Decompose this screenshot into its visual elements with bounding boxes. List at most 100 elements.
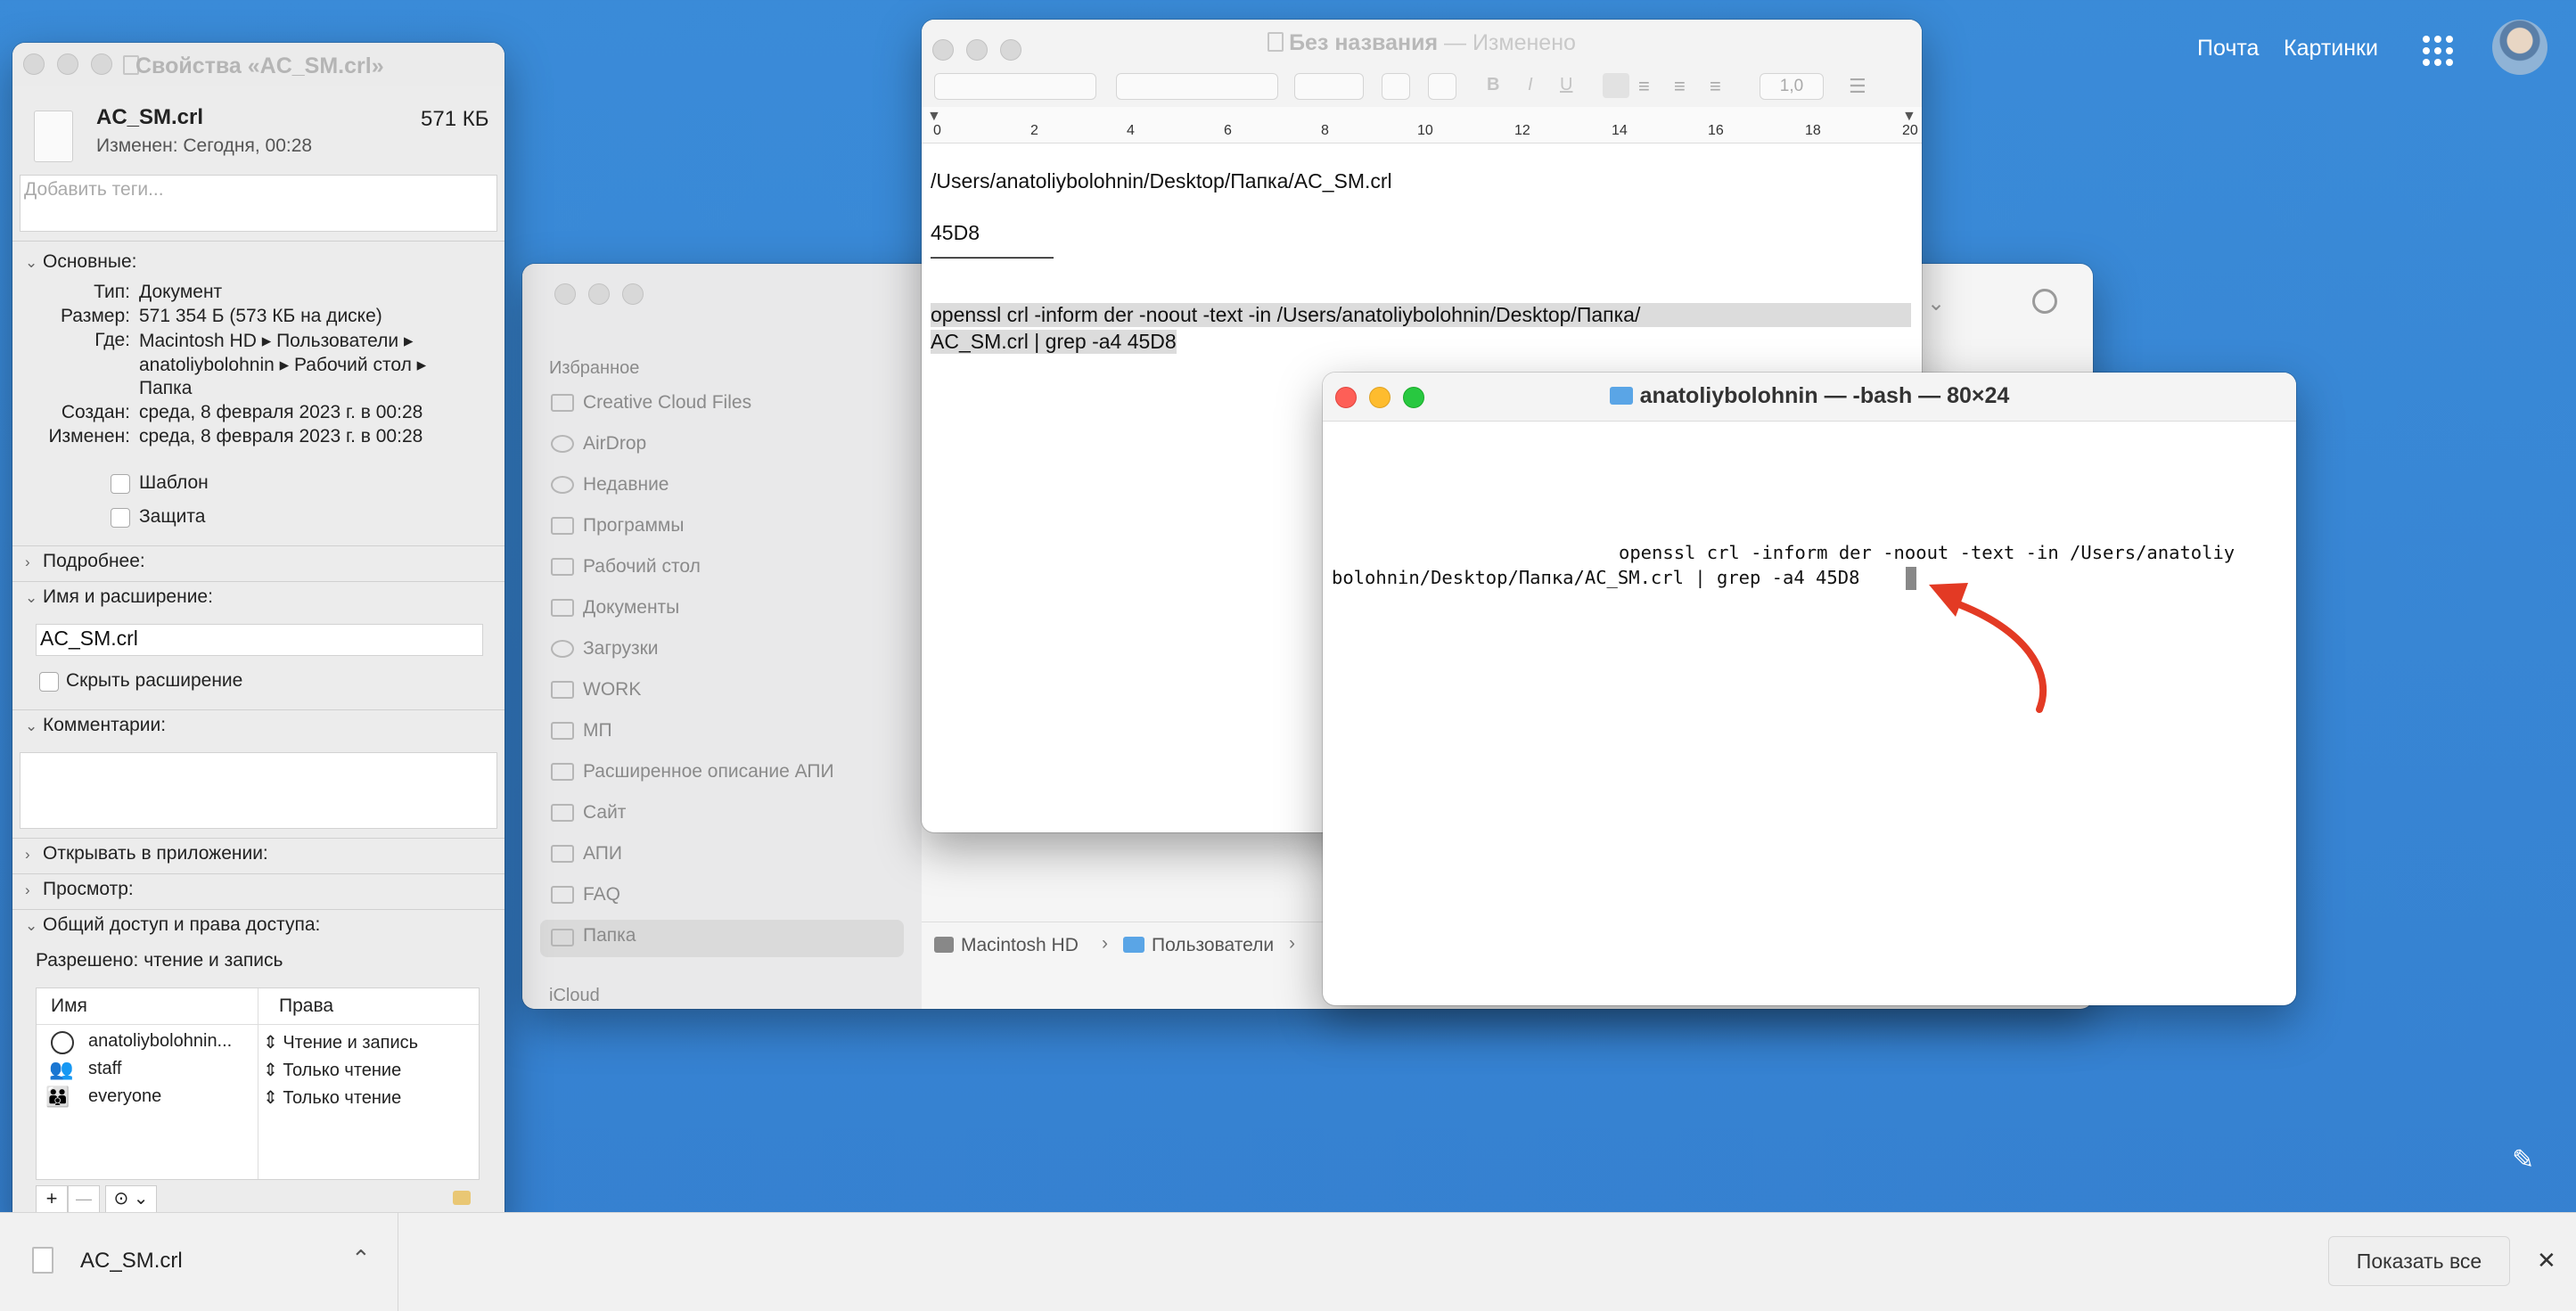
comments-field[interactable]	[20, 752, 497, 829]
search-icon[interactable]	[2032, 289, 2057, 314]
right-margin-icon[interactable]: ▼	[1902, 109, 1916, 125]
finder-minimize-button[interactable]	[588, 283, 610, 305]
align-left-button[interactable]	[1603, 73, 1629, 98]
info-close-button[interactable]	[23, 53, 45, 75]
action-menu-button[interactable]: ⊙ ⌄	[105, 1185, 157, 1214]
document-icon	[32, 1247, 53, 1274]
lock-icon[interactable]	[453, 1191, 471, 1205]
folder-icon	[551, 929, 574, 946]
name-field[interactable]: AC_SM.crl	[36, 624, 483, 656]
folder-icon	[1123, 937, 1144, 953]
sidebar-item[interactable]: Сайт	[583, 802, 626, 823]
sidebar-item-selected[interactable]: Папка	[583, 925, 636, 946]
remove-user-button[interactable]: —	[68, 1185, 100, 1214]
permission-user-name: anatoliybolohnin...	[88, 1031, 233, 1051]
ruler-number: 12	[1514, 123, 1530, 138]
where-value: Macintosh HD ▸ Пользователи ▸	[139, 331, 414, 351]
path-separator: ›	[1102, 933, 1108, 954]
sidebar-item[interactable]: Рабочий стол	[583, 556, 701, 578]
grid-icon[interactable]	[2423, 36, 2453, 66]
comments-section-header[interactable]: ⌄ Комментарии:	[25, 715, 166, 736]
sidebar-item[interactable]: FAQ	[583, 884, 620, 905]
permission-user-name: staff	[88, 1059, 122, 1078]
sidebar-item[interactable]: Расширенное описание АПИ	[583, 761, 834, 783]
highlight-color-button[interactable]	[1428, 73, 1456, 100]
sidebar-item[interactable]: Загрузки	[583, 638, 659, 660]
preview-section-header[interactable]: › Просмотр:	[25, 879, 134, 900]
permission-rights-select[interactable]: ⇕ Только чтение	[263, 1086, 401, 1109]
doc-line[interactable]: /Users/anatoliybolohnin/Desktop/Папка/AC…	[931, 169, 1392, 193]
text-color-button[interactable]	[1382, 73, 1410, 100]
modified-short: Изменен: Сегодня, 00:28	[96, 135, 313, 156]
paragraph-style-select[interactable]	[934, 73, 1096, 100]
ruler-number: 16	[1708, 123, 1724, 138]
locked-checkbox[interactable]	[111, 508, 130, 528]
sidebar-item[interactable]: AirDrop	[583, 433, 646, 455]
list-icon[interactable]: ☰	[1849, 75, 1866, 98]
modified-value: среда, 8 февраля 2023 г. в 00:28	[139, 426, 423, 447]
template-checkbox[interactable]	[111, 474, 130, 494]
path-item[interactable]: Пользователи	[1152, 935, 1274, 956]
finder-sidebar: Избранное Creative Cloud Files AirDrop Н…	[522, 264, 922, 1009]
sharing-section-header[interactable]: ⌄ Общий доступ и права доступа:	[25, 914, 320, 936]
chevron-down-icon[interactable]: ⌄	[1927, 291, 1945, 316]
font-style-select[interactable]	[1294, 73, 1364, 100]
chevron-right-icon: ›	[25, 846, 30, 863]
line-spacing-select[interactable]: 1,0	[1760, 73, 1824, 100]
finder-zoom-button[interactable]	[622, 283, 644, 305]
images-link[interactable]: Картинки	[2284, 36, 2378, 61]
where-value: anatoliybolohnin ▸ Рабочий стол ▸	[139, 355, 427, 375]
where-value: Папка	[139, 378, 193, 398]
chevron-up-icon[interactable]: ⌃	[351, 1245, 371, 1273]
general-section-header[interactable]: ⌄ Основные:	[25, 251, 136, 273]
permission-rights-select[interactable]: ⇕ Только чтение	[263, 1059, 401, 1081]
tags-field[interactable]: Добавить теги...	[20, 175, 497, 232]
info-zoom-button[interactable]	[91, 53, 112, 75]
col-name-header[interactable]: Имя	[51, 996, 87, 1017]
underline-button[interactable]: U	[1560, 75, 1572, 95]
pencil-icon[interactable]: ✎	[2512, 1144, 2534, 1176]
add-user-button[interactable]: +	[36, 1185, 68, 1214]
more-info-section-header[interactable]: › Подробнее:	[25, 551, 145, 572]
template-label: Шаблон	[139, 472, 209, 493]
italic-button[interactable]: I	[1528, 75, 1533, 95]
everyone-icon: 👪	[45, 1086, 70, 1108]
finder-close-button[interactable]	[554, 283, 576, 305]
sidebar-item[interactable]: МП	[583, 720, 612, 742]
folder-icon	[1609, 387, 1633, 405]
name-ext-section-header[interactable]: ⌄ Имя и расширение:	[25, 586, 213, 608]
justify-icon[interactable]: ≡	[1710, 75, 1721, 98]
doc-line-selected[interactable]: openssl crl -inform der -noout -text -in…	[931, 303, 1911, 327]
sidebar-item[interactable]: Creative Cloud Files	[583, 392, 751, 414]
textedit-titlebar: Без названия — Изменено	[922, 20, 1922, 64]
show-all-button[interactable]: Показать все	[2328, 1236, 2510, 1286]
sidebar-item[interactable]: АПИ	[583, 843, 622, 864]
divider	[12, 581, 505, 582]
download-file-name[interactable]: AC_SM.crl	[80, 1249, 183, 1274]
sidebar-item[interactable]: WORK	[583, 679, 641, 701]
info-minimize-button[interactable]	[57, 53, 78, 75]
tab-stop-icon[interactable]: ▼	[927, 109, 941, 125]
bold-button[interactable]: B	[1487, 75, 1499, 95]
hide-extension-checkbox[interactable]	[39, 672, 59, 692]
align-center-icon[interactable]: ≡	[1638, 75, 1650, 98]
terminal-titlebar: anatoliybolohnin — -bash — 80×24	[1323, 373, 2296, 422]
align-right-icon[interactable]: ≡	[1674, 75, 1686, 98]
info-title: Свойства «AC_SM.crl»	[135, 53, 384, 78]
close-icon[interactable]: ✕	[2537, 1247, 2556, 1274]
avatar-icon[interactable]	[2492, 20, 2547, 75]
sidebar-item[interactable]: Документы	[583, 597, 679, 619]
folder-icon	[551, 394, 574, 412]
open-with-section-header[interactable]: › Открывать в приложении:	[25, 843, 268, 864]
permission-rights-select[interactable]: ⇕ Чтение и запись	[263, 1031, 418, 1053]
mail-link[interactable]: Почта	[2197, 36, 2259, 61]
sidebar-item[interactable]: Недавние	[583, 474, 669, 496]
path-item[interactable]: Macintosh HD	[961, 935, 1079, 956]
doc-line[interactable]: 45D8	[931, 221, 980, 245]
sidebar-item[interactable]: Программы	[583, 515, 684, 537]
doc-line-selected[interactable]: AC_SM.crl | grep -a4 45D8	[931, 330, 1177, 354]
folder-icon	[551, 845, 574, 863]
doc-line[interactable]: ——————	[931, 244, 1054, 268]
col-rights-header[interactable]: Права	[279, 996, 333, 1017]
font-family-select[interactable]	[1116, 73, 1278, 100]
